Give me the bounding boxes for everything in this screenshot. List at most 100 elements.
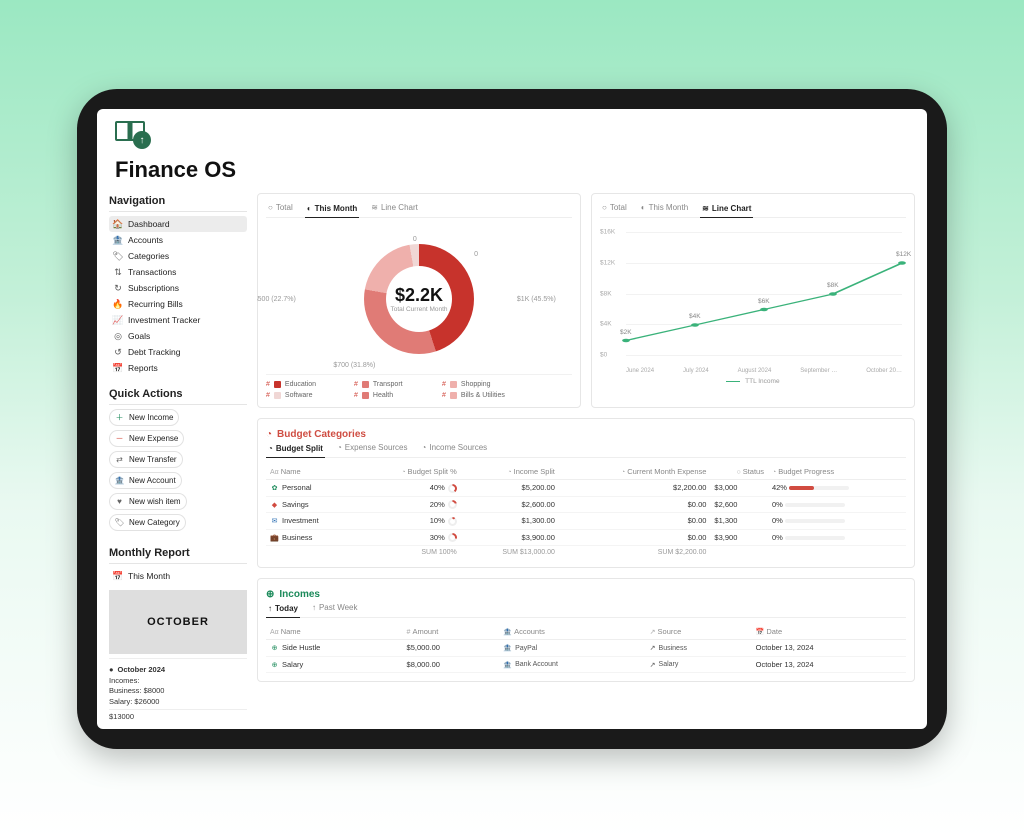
tab-label: Line Chart [712,204,752,213]
table-row[interactable]: 💼Business30%$3,900.00$0.00$3,9000% [266,529,906,546]
sidebar-item-transactions[interactable]: ⇅Transactions [109,264,247,280]
hash-icon: # [442,392,446,399]
col-icon: ◔ [401,469,405,476]
col-income-split[interactable]: ◔Income Split [461,464,559,480]
nav-icon: ↺ [113,347,123,357]
tab-total[interactable]: ○Total [266,202,295,213]
col-current-month-expense[interactable]: ◔Current Month Expense [559,464,711,480]
tab-line-chart[interactable]: ≋Line Chart [700,202,753,218]
monthly-report-tab-label: This Month [128,571,170,581]
col-name[interactable]: AαName [266,624,403,640]
cell-source: ↗Business [650,644,687,652]
col-date[interactable]: 📅Date [752,624,906,640]
coin-up-icon [133,131,151,149]
tab-past-week[interactable]: ↑Past Week [310,602,360,613]
x-tick-label: August 2024 [738,368,772,374]
legend-label: Bills & Utilities [461,392,505,399]
sidebar-item-dashboard[interactable]: 🏠Dashboard [109,216,247,232]
col-budget-progress[interactable]: ◔Budget Progress [768,464,906,480]
tab-label: Income Sources [429,443,487,452]
cell-progress-pct: 0% [772,500,783,509]
tab-line-chart[interactable]: ≋Line Chart [369,202,420,213]
tablet-frame: Finance OS Navigation 🏠Dashboard🏦Account… [77,89,947,749]
donut-slice-label: 0 [474,251,478,258]
col-status[interactable]: ○Status [710,464,768,480]
point-label: $12K [896,251,911,258]
col-source[interactable]: ↗Source [646,624,752,640]
tab-income-sources[interactable]: ◔Income Sources [420,442,490,453]
tab-label: Past Week [319,603,358,612]
month-card[interactable]: OCTOBER [109,590,247,654]
qa-icon: 🏷 [115,518,124,527]
cell-date: October 13, 2024 [752,656,906,673]
income-icon: ⊕ [270,644,279,653]
nav-label: Reports [128,363,158,373]
sidebar-item-investment-tracker[interactable]: 📈Investment Tracker [109,312,247,328]
sidebar-item-debt-tracking[interactable]: ↺Debt Tracking [109,344,247,360]
quick-action-new-account[interactable]: 🏦New Account [109,472,182,489]
tab-label: Total [610,203,627,212]
budget-tabs: ◔Budget Split◔Expense Sources◔Income Sou… [266,442,906,458]
donut-center-label: Total Current Month [390,306,447,313]
tab-icon: ↑ [312,603,316,612]
col-icon: 📅 [756,629,765,636]
table-row[interactable]: ✿Personal40%$5,200.00$2,200.00$3,00042% [266,480,906,497]
legend-label: Transport [373,381,403,388]
nav-panel: Navigation 🏠Dashboard🏦Accounts🏷Categorie… [109,193,247,376]
cell-income: $1,300.00 [461,513,559,530]
cell-status: $3,000 [710,480,768,497]
quick-action-new-wish-item[interactable]: ♥New wish item [109,493,187,510]
sidebar-item-categories[interactable]: 🏷Categories [109,248,247,264]
monthly-report-tab[interactable]: 📅 This Month [109,568,247,584]
tab-expense-sources[interactable]: ◔Expense Sources [335,442,410,453]
app-logo [115,121,909,147]
nav-label: Subscriptions [128,283,179,293]
tab-icon: ◔ [337,443,342,452]
cell-income: $2,600.00 [461,496,559,513]
sidebar-item-reports[interactable]: 📅Reports [109,360,247,376]
tab-this-month[interactable]: ◐This Month [639,202,690,213]
sidebar-item-recurring-bills[interactable]: 🔥Recurring Bills [109,296,247,312]
donut-legend: #Education#Transport#Shopping#Software#H… [266,374,572,399]
progress-bar [785,519,845,523]
legend-label: Software [285,392,313,399]
tab-label: Today [275,604,298,613]
budget-section-title: ◔ Budget Categories [266,427,906,442]
quick-action-new-income[interactable]: ＋New Income [109,409,179,426]
tab-icon: ◐ [307,204,312,213]
tab-label: Line Chart [381,203,418,212]
sidebar-item-subscriptions[interactable]: ↻Subscriptions [109,280,247,296]
tab-this-month[interactable]: ◐This Month [305,202,360,218]
table-row[interactable]: ✉Investment10%$1,300.00$0.00$1,3000% [266,513,906,530]
col-name[interactable]: AαName [266,464,358,480]
nav-icon: ⇅ [113,267,123,277]
main-content: ○Total◐This Month≋Line Chart $2.2K Total… [257,193,915,717]
quick-action-new-category[interactable]: 🏷New Category [109,514,186,531]
month-meta: ●October 2024 Incomes: Business: $8000 S… [109,658,247,723]
quick-action-new-transfer[interactable]: ⇄New Transfer [109,451,183,468]
sidebar-item-goals[interactable]: ◎Goals [109,328,247,344]
tab-icon: ○ [602,203,607,212]
legend-label: Shopping [461,381,491,388]
table-row[interactable]: ◆Savings20%$2,600.00$0.00$2,6000% [266,496,906,513]
tab-total[interactable]: ○Total [600,202,629,213]
nav-icon: ◎ [113,331,123,341]
income-tabs: ↑Today↑Past Week [266,602,906,618]
legend-swatch [450,392,457,399]
tab-budget-split[interactable]: ◔Budget Split [266,442,325,458]
table-row[interactable]: ⊕Salary$8,000.00🏦Bank Account↗SalaryOcto… [266,656,906,673]
col-accounts[interactable]: 🏦Accounts [499,624,645,640]
sidebar: Navigation 🏠Dashboard🏦Accounts🏷Categorie… [109,193,247,717]
quick-actions-panel: Quick Actions ＋New Income－New Expense⇄Ne… [109,386,247,535]
col-amount[interactable]: #Amount [403,624,500,640]
quick-action-new-expense[interactable]: －New Expense [109,430,184,447]
tab-label: Budget Split [276,444,323,453]
sidebar-item-accounts[interactable]: 🏦Accounts [109,232,247,248]
line-series-label: TTL Income [745,378,779,385]
tab-today[interactable]: ↑Today [266,602,300,618]
col-budget-split-[interactable]: ◔Budget Split % [358,464,461,480]
month-meta-line: Business: $8000 [109,686,247,697]
incomes-title-text: Incomes [279,589,320,600]
month-meta-total: $13000 [109,709,247,723]
table-row[interactable]: ⊕Side Hustle$5,000.00🏦PayPal↗BusinessOct… [266,640,906,657]
